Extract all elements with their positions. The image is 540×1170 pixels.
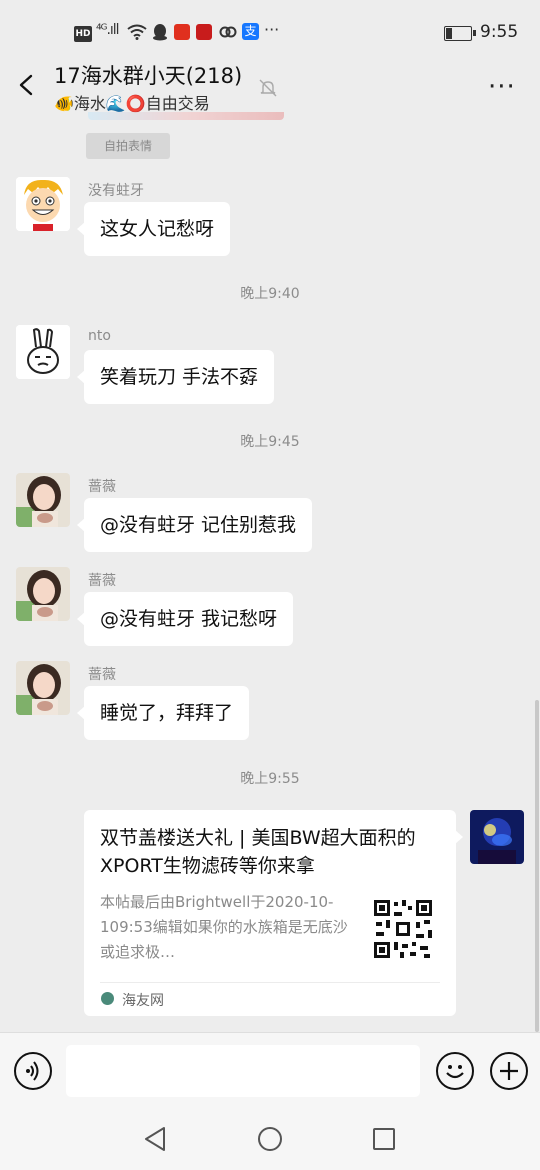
message-bubble[interactable]: @没有蛀牙 我记愁呀	[76, 592, 294, 646]
my-avatar[interactable]	[470, 810, 524, 864]
back-nav-icon[interactable]	[143, 1126, 167, 1152]
chat-title: 17海水群小天(218)	[54, 64, 243, 88]
card-description: 本帖最后由Brightwell于2020-10-109:53编辑如果你的水族箱是…	[100, 893, 348, 961]
battery-icon	[444, 26, 476, 41]
wifi-icon	[127, 24, 147, 40]
card-divider	[100, 982, 440, 983]
woman-photo-avatar-icon	[16, 567, 70, 621]
hd-indicator: HD	[74, 26, 92, 42]
sender-name: 蔷薇	[88, 479, 116, 495]
woman-photo-avatar-icon	[16, 473, 70, 527]
timestamp: 晚上9:45	[240, 434, 300, 450]
link-card-message[interactable]: 双节盖楼送大礼 | 美国BW超大面积的XPORT生物滤砖等你来拿 本帖最后由Br…	[84, 810, 463, 1016]
avatar[interactable]	[16, 661, 70, 715]
back-arrow-icon[interactable]	[16, 74, 38, 96]
more-functions-button[interactable]	[490, 1052, 528, 1090]
sender-name: 蔷薇	[88, 573, 116, 589]
card-source: 海友网	[122, 993, 164, 1009]
timestamp: 晚上9:40	[240, 286, 300, 302]
chat-subtitle: 🐠海水🌊⭕自由交易	[54, 94, 210, 113]
sticker-tag[interactable]: 自拍表情	[86, 133, 170, 159]
emoji-icon	[446, 1065, 464, 1079]
avatar[interactable]	[16, 567, 70, 621]
more-options-icon[interactable]: ···	[488, 72, 516, 102]
voice-icon	[26, 1061, 39, 1081]
cartoon-boy-avatar-icon	[16, 177, 70, 231]
sender-name: 没有蛀牙	[88, 183, 144, 199]
emoji-button[interactable]	[436, 1052, 474, 1090]
news-app-icon	[196, 24, 212, 40]
previous-image-message[interactable]	[88, 112, 284, 120]
qr-code-thumbnail	[372, 898, 434, 960]
avatar[interactable]	[16, 473, 70, 527]
message-bubble[interactable]: 笑着玩刀 手法不孬	[76, 350, 275, 404]
app-notification-icon	[174, 24, 190, 40]
message-input[interactable]	[66, 1045, 420, 1097]
plus-icon	[500, 1062, 518, 1080]
woman-photo-avatar-icon	[16, 661, 70, 715]
message-bubble[interactable]: @没有蛀牙 记住别惹我	[76, 498, 313, 552]
sender-name: 蔷薇	[88, 667, 116, 683]
qq-icon	[153, 24, 167, 41]
baidu-pan-icon	[219, 26, 237, 38]
message-bubble[interactable]: 这女人记愁呀	[76, 202, 231, 256]
home-nav-icon[interactable]	[257, 1126, 283, 1152]
mute-icon	[259, 79, 277, 97]
message-bubble[interactable]: 睡觉了，拜拜了	[76, 686, 250, 740]
source-logo-icon	[101, 992, 114, 1005]
timestamp: 晚上9:55	[240, 771, 300, 787]
avatar[interactable]	[16, 177, 70, 231]
status-time: 9:55	[480, 22, 519, 42]
aquarium-avatar-icon	[470, 810, 524, 864]
voice-input-button[interactable]	[14, 1052, 52, 1090]
recents-nav-icon[interactable]	[372, 1127, 396, 1151]
alipay-icon: 支	[242, 23, 259, 40]
signal-icon: ⁴ᴳ.ıll	[96, 22, 120, 38]
sender-name: nto	[88, 328, 111, 344]
rabbit-avatar-icon	[16, 325, 70, 379]
scrollbar[interactable]	[535, 700, 539, 1032]
more-notifications-icon: ···	[264, 20, 280, 39]
avatar[interactable]	[16, 325, 70, 379]
card-title: 双节盖楼送大礼 | 美国BW超大面积的XPORT生物滤砖等你来拿	[100, 827, 416, 877]
